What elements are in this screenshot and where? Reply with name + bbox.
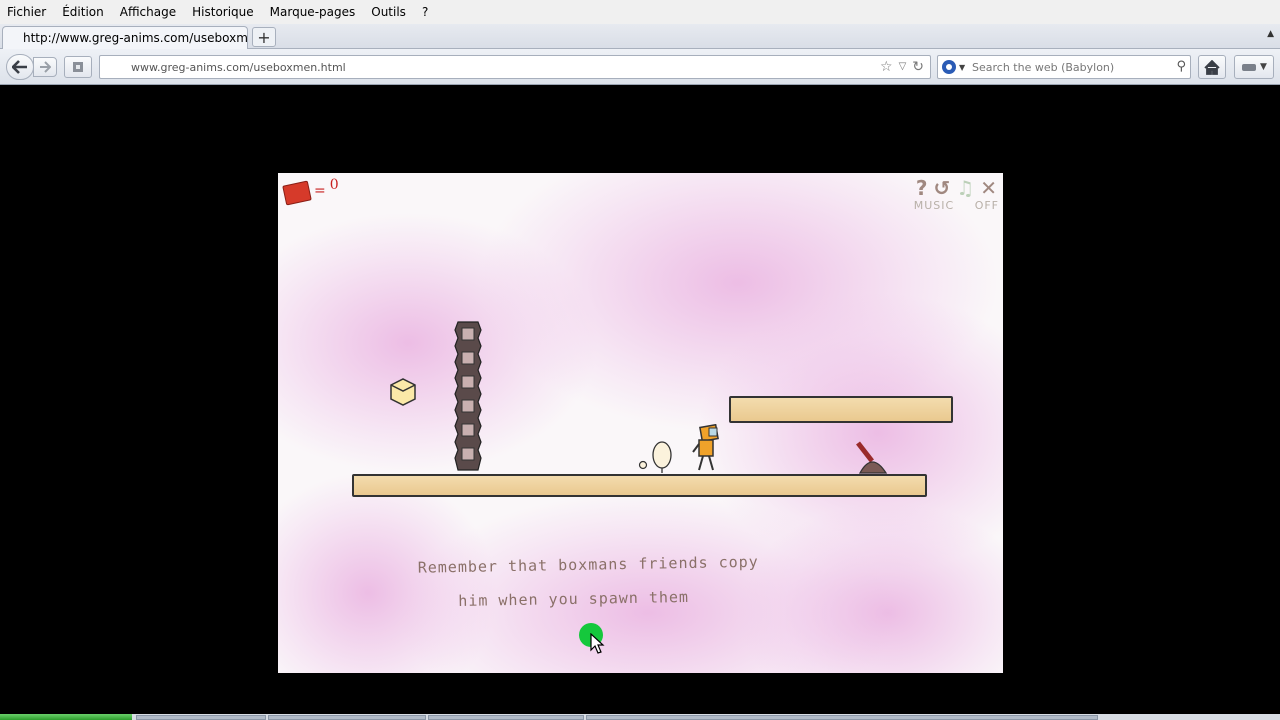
babylon-icon xyxy=(942,60,956,74)
reload-icon[interactable]: ↻ xyxy=(912,59,924,75)
menu-help[interactable]: ? xyxy=(417,5,433,19)
game-toolbar: ? ↺ ♫ ✕ xyxy=(916,176,997,200)
back-button[interactable] xyxy=(6,54,34,80)
close-icon[interactable]: ✕ xyxy=(980,176,997,200)
new-tab-button[interactable]: + xyxy=(252,27,276,47)
taskbar-item[interactable] xyxy=(586,715,1098,720)
star-icon[interactable]: ☆ xyxy=(880,59,893,75)
box-counter-icon xyxy=(282,180,312,206)
boxman-player xyxy=(692,424,719,471)
dropdown-icon[interactable]: ▽ xyxy=(899,61,907,75)
spike-pillar xyxy=(454,321,482,471)
site-identity-button[interactable] xyxy=(64,56,92,78)
box-counter: = 0 xyxy=(282,177,339,206)
chevron-down-icon: ▼ xyxy=(959,62,966,72)
tab-list-icon[interactable]: ▲ xyxy=(1267,29,1274,39)
hint-text: Remember that boxmans friends copy him w… xyxy=(417,543,838,618)
music-state: OFF xyxy=(974,199,999,212)
search-icon[interactable]: ⚲ xyxy=(1176,59,1186,74)
box-counter-equals: = xyxy=(314,183,326,199)
menu-marque-pages[interactable]: Marque-pages xyxy=(265,5,361,19)
home-icon xyxy=(1204,59,1220,75)
navigation-toolbar: www.greg-anims.com/useboxmen.html ☆ ▽ ↻ … xyxy=(0,49,1280,85)
tab-bar: http://www.greg-anims.com/useboxmen.html… xyxy=(0,24,1280,49)
search-bar[interactable]: ▼ Search the web (Babylon) ⚲ xyxy=(937,55,1191,79)
forward-button[interactable] xyxy=(33,57,57,77)
game-canvas[interactable]: = 0 ? ↺ ♫ ✕ MUSIC OFF Remember that boxm… xyxy=(278,173,1003,673)
search-engine-selector[interactable]: ▼ xyxy=(941,59,969,75)
menu-historique[interactable]: Historique xyxy=(187,5,259,19)
menu-edition[interactable]: Édition xyxy=(57,5,109,19)
identity-icon xyxy=(73,62,83,72)
box-counter-value: 0 xyxy=(329,177,339,193)
taskbar-item[interactable] xyxy=(428,715,584,720)
music-status: MUSIC OFF xyxy=(914,199,999,212)
mouse-cursor-icon xyxy=(590,633,605,654)
menu-fichier[interactable]: Fichier xyxy=(2,5,51,19)
cannon xyxy=(856,441,888,474)
tab-active[interactable]: http://www.greg-anims.com/useboxmen.html xyxy=(2,26,248,49)
menu-affichage[interactable]: Affichage xyxy=(115,5,181,19)
taskbar xyxy=(0,714,1280,720)
music-icon[interactable]: ♫ xyxy=(956,176,974,200)
boxman-friend xyxy=(638,441,672,473)
main-platform xyxy=(352,474,927,497)
url-text: www.greg-anims.com/useboxmen.html xyxy=(131,61,346,74)
search-input: Search the web (Babylon) xyxy=(972,61,1115,74)
chevron-down-icon: ▼ xyxy=(1260,62,1267,72)
upper-platform xyxy=(729,396,953,423)
start-button[interactable] xyxy=(0,714,132,720)
menu-outils[interactable]: Outils xyxy=(366,5,411,19)
taskbar-item[interactable] xyxy=(136,715,266,720)
home-button[interactable] xyxy=(1198,55,1226,79)
music-label: MUSIC xyxy=(913,199,955,212)
menu-bar: Fichier Édition Affichage Historique Mar… xyxy=(0,0,1280,24)
addon-button[interactable]: ▼ xyxy=(1234,55,1274,79)
forward-arrow-icon xyxy=(40,61,51,73)
help-icon[interactable]: ? xyxy=(916,176,928,200)
url-bar[interactable]: www.greg-anims.com/useboxmen.html ☆ ▽ ↻ xyxy=(99,55,931,79)
box-pickup xyxy=(390,378,416,406)
addon-icon xyxy=(1242,64,1257,71)
tab-title: http://www.greg-anims.com/useboxmen.html xyxy=(23,31,248,45)
restart-icon[interactable]: ↺ xyxy=(934,176,951,200)
taskbar-item[interactable] xyxy=(268,715,426,720)
back-arrow-icon xyxy=(12,60,27,74)
